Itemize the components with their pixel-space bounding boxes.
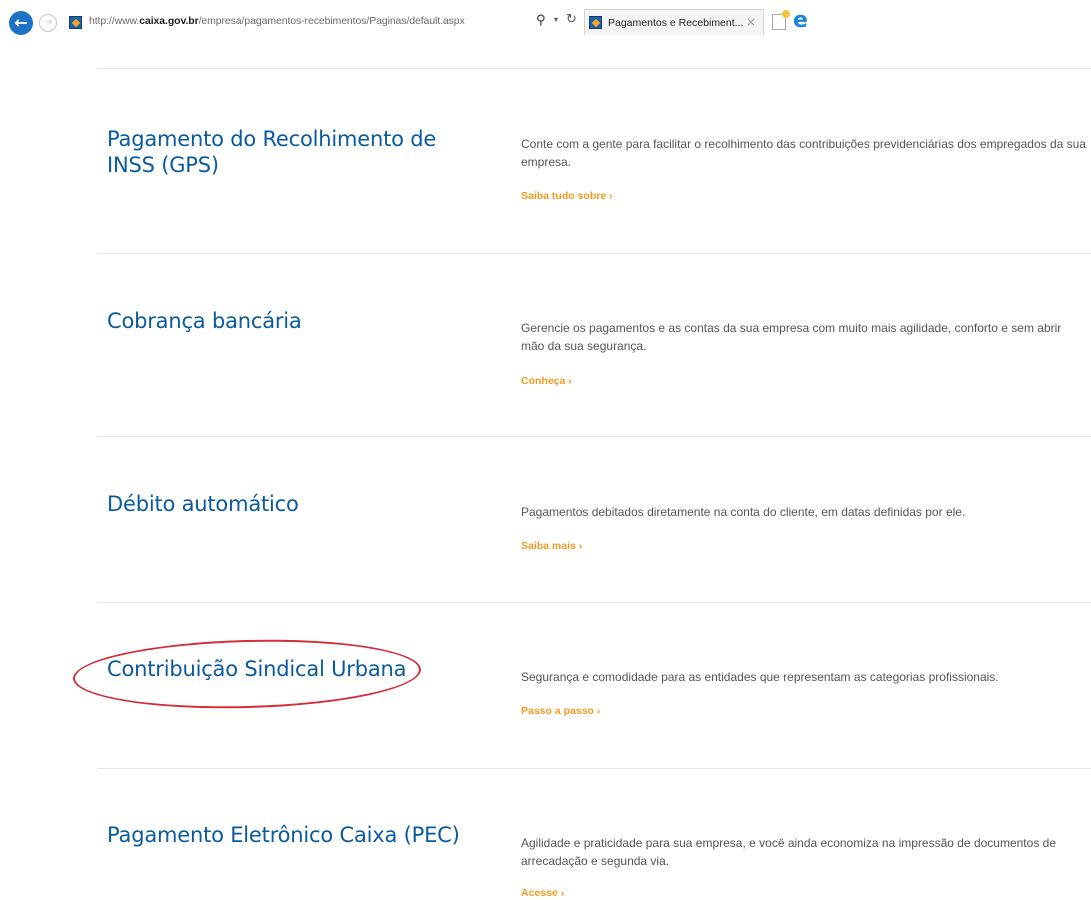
close-icon[interactable]: ×: [746, 15, 756, 29]
section-divider: [97, 768, 1091, 769]
section-title-pagamento-eletronico-caixa[interactable]: Pagamento Eletrônico Caixa (PEC): [107, 822, 460, 848]
section-divider: [97, 436, 1091, 437]
tab-title: Pagamentos e Recebiment...: [608, 17, 744, 29]
section-divider: [97, 253, 1091, 254]
url-path: /empresa/pagamentos-recebimentos/Paginas…: [198, 15, 465, 27]
section-title-cobranca-bancaria[interactable]: Cobrança bancária: [107, 308, 302, 334]
site-favicon-icon: [69, 16, 82, 29]
section-divider: [97, 602, 1091, 603]
section-title-debito-automatico[interactable]: Débito automático: [107, 491, 299, 517]
chevron-down-icon[interactable]: ▾: [554, 15, 558, 24]
new-tab-icon[interactable]: [772, 10, 790, 30]
tab-favicon-icon: [589, 16, 602, 29]
back-arrow-icon[interactable]: ←: [9, 11, 33, 35]
browser-tab-active[interactable]: Pagamentos e Recebiment... ×: [584, 9, 764, 35]
section-description: Conte com a gente para facilitar o recol…: [521, 137, 1086, 169]
internet-explorer-icon: e: [793, 8, 808, 33]
refresh-icon[interactable]: ↻: [566, 12, 577, 27]
url-prefix: http://www.: [89, 15, 140, 27]
highlight-ellipse-annotation: [72, 635, 422, 713]
section-title-inss-gps[interactable]: Pagamento do Recolhimento de INSS (GPS): [107, 126, 487, 178]
url-domain: caixa.gov.br: [139, 15, 199, 27]
section-description: Pagamentos debitados diretamente na cont…: [521, 505, 966, 519]
search-icon[interactable]: ⚲: [536, 13, 546, 28]
section-description: Gerencie os pagamentos e as contas da su…: [521, 321, 1062, 353]
browser-toolbar: ← → http://www.caixa.gov.br/empresa/paga…: [0, 0, 1091, 44]
section-description: Segurança e comodidade para as entidades…: [521, 670, 999, 684]
passo-a-passo-link[interactable]: Passo a passo ›: [521, 705, 600, 717]
forward-arrow-icon[interactable]: →: [39, 14, 57, 32]
saiba-mais-link[interactable]: Saiba mais ›: [521, 540, 582, 552]
saiba-tudo-sobre-link[interactable]: Saiba tudo sobre ›: [521, 190, 613, 202]
conheca-link[interactable]: Conheça ›: [521, 375, 572, 387]
section-divider: [97, 68, 1091, 69]
section-description: Agilidade e praticidade para sua empresa…: [521, 836, 1056, 868]
address-bar[interactable]: http://www.caixa.gov.br/empresa/pagament…: [89, 15, 465, 27]
acesse-link[interactable]: Acesse ›: [521, 887, 564, 899]
